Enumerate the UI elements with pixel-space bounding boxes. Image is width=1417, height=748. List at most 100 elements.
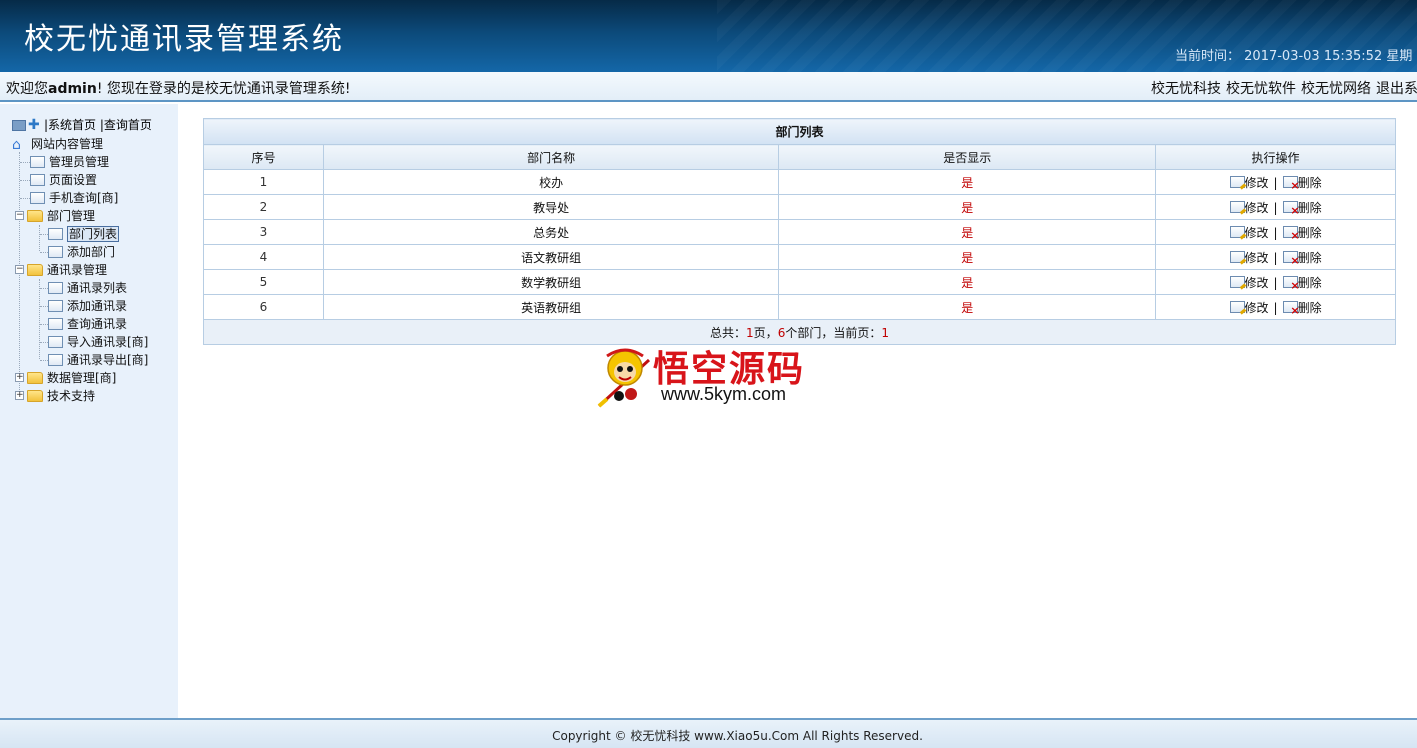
watermark: 悟空源码 www.5kym.com [597,340,821,412]
sidebar-item-page-settings[interactable]: 页面设置 [30,171,97,189]
edit-button[interactable]: 修改 [1229,226,1269,240]
sidebar-item-label: 部门管理 [47,209,96,223]
table-caption: 部门列表 [203,118,1396,145]
table-row: 5数学教研组是 修改 | 删除 [203,269,1396,295]
sidebar-item-contact-list[interactable]: 通讯录列表 [48,279,127,297]
link-company-tech[interactable]: 校无忧科技 [1151,81,1221,97]
edit-icon [1229,201,1245,213]
sidebar-item-data-management[interactable]: + 数据管理[商] [15,369,116,387]
sidebar-item-export-contacts[interactable]: 通讯录导出[商] [48,351,148,369]
edit-button[interactable]: 修改 [1229,301,1269,315]
delete-button[interactable]: 删除 [1282,226,1322,242]
expand-icon[interactable]: + [15,373,24,382]
time-label: 当前时间： [1175,49,1241,64]
welcome-suffix: ! 您现在登录的是校无忧通讯录管理系统! [96,81,351,97]
app-header: 校无忧通讯录管理系统 当前时间： 2017-03-03 15:35:52 星期 [0,0,1417,72]
delete-icon [1282,226,1300,242]
delete-icon [1282,301,1300,317]
edit-button[interactable]: 修改 [1229,176,1269,190]
cell-visible: 是 [778,169,1157,195]
sidebar-item-label: 查询通讯录 [67,317,128,331]
sidebar-item-department[interactable]: − 部门管理 [15,207,95,225]
sidebar-item-label: 手机查询[商] [49,191,119,205]
delete-label: 删除 [1297,275,1322,290]
sidebar-item-label: 数据管理[商] [47,371,117,385]
column-header: 序号 [203,144,324,170]
delete-button[interactable]: 删除 [1282,251,1322,267]
sidebar-item-label: 通讯录管理 [47,263,108,277]
watermark-url: www.5kym.com [661,384,787,404]
table-row: 6英语教研组是 修改 | 删除 [203,294,1396,320]
delete-button[interactable]: 删除 [1282,201,1322,217]
query-home-link[interactable]: 查询首页 [104,118,152,132]
sidebar-item-admin[interactable]: 管理员管理 [30,153,109,171]
page-icon [48,281,63,294]
page-icon [30,191,45,204]
page-icon [30,173,45,186]
edit-icon [1229,176,1245,188]
top-links: 校无忧科技 校无忧软件 校无忧网络 退出系 [1151,78,1417,98]
column-header: 是否显示 [778,144,1157,170]
link-company-software[interactable]: 校无忧软件 [1226,81,1296,97]
collapse-icon[interactable]: − [15,211,24,220]
edit-icon [1229,251,1245,263]
folder-icon [27,209,43,222]
link-company-network[interactable]: 校无忧网络 [1301,81,1371,97]
sidebar-item-import-contacts[interactable]: 导入通讯录[商] [48,333,148,351]
tree-root[interactable]: ⌂ 网站内容管理 [12,135,103,153]
tree-line [20,162,30,163]
sidebar-item-contacts[interactable]: − 通讯录管理 [15,261,107,279]
sidebar-item-tech-support[interactable]: + 技术支持 [15,387,95,405]
edit-icon [1229,226,1245,238]
system-home-link[interactable]: 系统首页 [48,118,96,132]
sidebar-item-add-contact[interactable]: 添加通讯录 [48,297,127,315]
welcome-bar: 欢迎您admin! 您现在登录的是校无忧通讯录管理系统! 校无忧科技 校无忧软件校… [0,72,1417,102]
cell-visible: 是 [778,294,1157,320]
delete-button[interactable]: 删除 [1282,176,1322,192]
delete-button[interactable]: 删除 [1282,275,1322,292]
edit-button[interactable]: 修改 [1229,251,1269,265]
column-header: 部门名称 [322,144,780,170]
cell-index: 4 [203,244,324,270]
edit-label: 修改 [1244,275,1269,290]
sidebar-item-label: 导入通讯录[商] [67,335,149,349]
app-title: 校无忧通讯录管理系统 [24,22,344,57]
sidebar-item-department-list[interactable]: 部门列表 [48,225,120,243]
summary-text: 个部门，当前页： [785,325,882,340]
delete-button[interactable]: 删除 [1282,300,1322,317]
cell-visible: 是 [778,219,1157,245]
cell-index: 1 [203,169,324,195]
tree-line [39,279,40,359]
username: admin [48,81,97,97]
sidebar-item-add-department[interactable]: 添加部门 [48,243,115,261]
page-icon [48,353,63,366]
delete-label: 删除 [1297,300,1322,315]
home-icon: ⌂ [12,136,21,153]
sidebar-item-mobile-query[interactable]: 手机查询[商] [30,189,118,207]
expand-icon[interactable]: + [15,391,24,400]
action-separator: | [1273,275,1278,290]
delete-icon [1282,276,1300,292]
edit-button[interactable]: 修改 [1229,275,1269,290]
logout-link[interactable]: 退出系 [1376,81,1417,97]
current-page: 1 [881,325,889,340]
cell-department-name: 英语教研组 [322,294,780,320]
add-icon: ✚ [28,116,40,133]
collapse-icon[interactable]: − [15,265,24,274]
sidebar-item-label: 技术支持 [47,389,96,403]
sidebar-item-query-contact[interactable]: 查询通讯录 [48,315,127,333]
table-body: 1校办是修改|删除2教导处是修改|删除3总务处是修改|删除4语文教研组是修改|删… [203,169,1396,320]
cell-department-name: 数学教研组 [322,269,780,295]
time-value: 2017-03-03 15:35:52 星期 [1244,49,1413,64]
sidebar-item-label: 通讯录列表 [67,281,128,295]
sidebar-item-label: 添加部门 [67,245,116,259]
page-icon [48,299,63,312]
delete-icon [1282,176,1300,192]
table-row: 4语文教研组是 修改 | 删除 [203,244,1396,270]
monkey-logo-icon [597,348,651,408]
summary-text: 总共： [710,325,747,340]
current-time: 当前时间： 2017-03-03 15:35:52 星期 [1175,45,1412,64]
cell-department-name: 校办 [322,169,780,195]
edit-icon [1229,276,1245,288]
edit-button[interactable]: 修改 [1229,201,1269,215]
